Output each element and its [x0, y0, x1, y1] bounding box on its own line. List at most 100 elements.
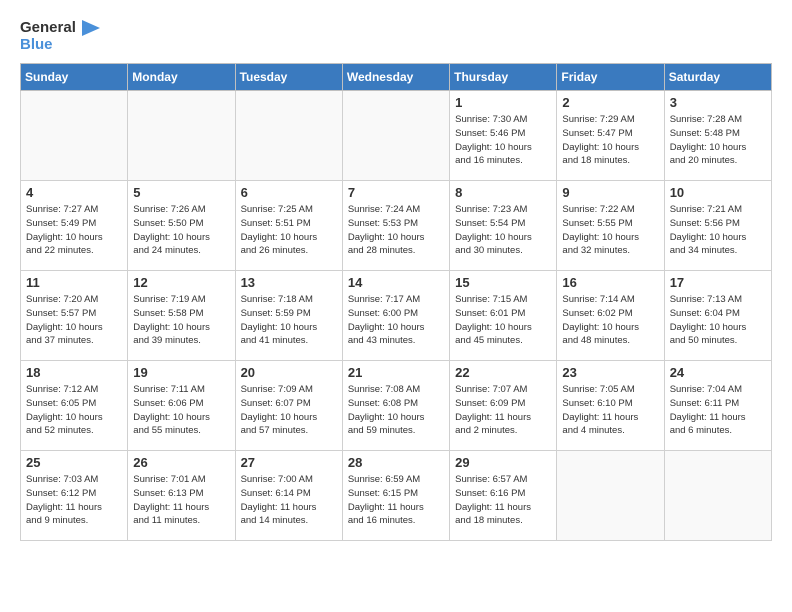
day-info: Sunrise: 7:30 AM Sunset: 5:46 PM Dayligh… — [455, 113, 551, 168]
calendar-cell — [557, 451, 664, 541]
calendar-cell — [21, 91, 128, 181]
calendar-cell: 24Sunrise: 7:04 AM Sunset: 6:11 PM Dayli… — [664, 361, 771, 451]
calendar-cell: 4 Sunrise: 7:27 AM Sunset: 5:49 PM Daylig… — [21, 181, 128, 271]
day-info: Sunrise: 7:00 AM Sunset: 6:14 PM Dayligh… — [241, 473, 337, 528]
calendar-cell: 11Sunrise: 7:20 AM Sunset: 5:57 PM Dayli… — [21, 271, 128, 361]
day-number: 17 — [670, 275, 766, 290]
day-number: 27 — [241, 455, 337, 470]
day-info: Sunrise: 7:22 AM Sunset: 5:55 PM Dayligh… — [562, 203, 658, 258]
day-info: Sunrise: 6:59 AM Sunset: 6:15 PM Dayligh… — [348, 473, 444, 528]
calendar-week-4: 18Sunrise: 7:12 AM Sunset: 6:05 PM Dayli… — [21, 361, 772, 451]
day-number: 26 — [133, 455, 229, 470]
col-header-sunday: Sunday — [21, 64, 128, 91]
day-number: 4 — [26, 185, 122, 200]
day-info: Sunrise: 7:20 AM Sunset: 5:57 PM Dayligh… — [26, 293, 122, 348]
calendar-cell: 3 Sunrise: 7:28 AM Sunset: 5:48 PM Daylig… — [664, 91, 771, 181]
day-info: Sunrise: 7:08 AM Sunset: 6:08 PM Dayligh… — [348, 383, 444, 438]
logo-text: General Blue — [20, 20, 100, 53]
day-number: 18 — [26, 365, 122, 380]
calendar-week-1: 1 Sunrise: 7:30 AM Sunset: 5:46 PM Daylig… — [21, 91, 772, 181]
col-header-wednesday: Wednesday — [342, 64, 449, 91]
calendar-cell: 22 Sunrise: 7:07 AM Sunset: 6:09 PM Dayli… — [450, 361, 557, 451]
day-info: Sunrise: 7:17 AM Sunset: 6:00 PM Dayligh… — [348, 293, 444, 348]
day-number: 21 — [348, 365, 444, 380]
calendar-cell: 16 Sunrise: 7:14 AM Sunset: 6:02 PM Dayli… — [557, 271, 664, 361]
day-info: Sunrise: 7:15 AM Sunset: 6:01 PM Dayligh… — [455, 293, 551, 348]
day-number: 3 — [670, 95, 766, 110]
day-number: 2 — [562, 95, 658, 110]
calendar-cell: 21 Sunrise: 7:08 AM Sunset: 6:08 PM Dayli… — [342, 361, 449, 451]
day-number: 29 — [455, 455, 551, 470]
day-info: Sunrise: 7:23 AM Sunset: 5:54 PM Dayligh… — [455, 203, 551, 258]
calendar-cell: 28Sunrise: 6:59 AM Sunset: 6:15 PM Dayli… — [342, 451, 449, 541]
day-number: 25 — [26, 455, 122, 470]
day-info: Sunrise: 7:29 AM Sunset: 5:47 PM Dayligh… — [562, 113, 658, 168]
day-info: Sunrise: 7:03 AM Sunset: 6:12 PM Dayligh… — [26, 473, 122, 528]
day-info: Sunrise: 7:25 AM Sunset: 5:51 PM Dayligh… — [241, 203, 337, 258]
day-info: Sunrise: 7:27 AM Sunset: 5:49 PM Dayligh… — [26, 203, 122, 258]
calendar-cell: 26 Sunrise: 7:01 AM Sunset: 6:13 PM Dayli… — [128, 451, 235, 541]
calendar-cell — [664, 451, 771, 541]
calendar-week-2: 4 Sunrise: 7:27 AM Sunset: 5:49 PM Daylig… — [21, 181, 772, 271]
calendar-cell: 7 Sunrise: 7:24 AM Sunset: 5:53 PM Daylig… — [342, 181, 449, 271]
calendar-cell — [128, 91, 235, 181]
col-header-thursday: Thursday — [450, 64, 557, 91]
day-info: Sunrise: 7:28 AM Sunset: 5:48 PM Dayligh… — [670, 113, 766, 168]
day-info: Sunrise: 7:11 AM Sunset: 6:06 PM Dayligh… — [133, 383, 229, 438]
col-header-tuesday: Tuesday — [235, 64, 342, 91]
calendar-cell: 12 Sunrise: 7:19 AM Sunset: 5:58 PM Dayli… — [128, 271, 235, 361]
day-number: 14 — [348, 275, 444, 290]
col-header-friday: Friday — [557, 64, 664, 91]
day-info: Sunrise: 7:01 AM Sunset: 6:13 PM Dayligh… — [133, 473, 229, 528]
calendar-cell: 1 Sunrise: 7:30 AM Sunset: 5:46 PM Daylig… — [450, 91, 557, 181]
col-header-monday: Monday — [128, 64, 235, 91]
day-number: 5 — [133, 185, 229, 200]
day-number: 8 — [455, 185, 551, 200]
day-number: 24 — [670, 365, 766, 380]
calendar-cell: 17 Sunrise: 7:13 AM Sunset: 6:04 PM Dayli… — [664, 271, 771, 361]
day-number: 9 — [562, 185, 658, 200]
day-info: Sunrise: 7:05 AM Sunset: 6:10 PM Dayligh… — [562, 383, 658, 438]
day-info: Sunrise: 7:14 AM Sunset: 6:02 PM Dayligh… — [562, 293, 658, 348]
day-number: 1 — [455, 95, 551, 110]
calendar-cell: 13Sunrise: 7:18 AM Sunset: 5:59 PM Dayli… — [235, 271, 342, 361]
logo-arrow-icon — [82, 20, 100, 36]
calendar-cell — [235, 91, 342, 181]
calendar-cell: 19Sunrise: 7:11 AM Sunset: 6:06 PM Dayli… — [128, 361, 235, 451]
day-info: Sunrise: 7:09 AM Sunset: 6:07 PM Dayligh… — [241, 383, 337, 438]
day-number: 10 — [670, 185, 766, 200]
day-info: Sunrise: 7:18 AM Sunset: 5:59 PM Dayligh… — [241, 293, 337, 348]
day-number: 16 — [562, 275, 658, 290]
calendar-cell: 9 Sunrise: 7:22 AM Sunset: 5:55 PM Daylig… — [557, 181, 664, 271]
day-number: 6 — [241, 185, 337, 200]
calendar-cell: 10 Sunrise: 7:21 AM Sunset: 5:56 PM Dayli… — [664, 181, 771, 271]
day-number: 7 — [348, 185, 444, 200]
calendar-cell: 25 Sunrise: 7:03 AM Sunset: 6:12 PM Dayli… — [21, 451, 128, 541]
calendar-header-row: SundayMondayTuesdayWednesdayThursdayFrid… — [21, 64, 772, 91]
calendar-cell: 8 Sunrise: 7:23 AM Sunset: 5:54 PM Daylig… — [450, 181, 557, 271]
col-header-saturday: Saturday — [664, 64, 771, 91]
calendar-cell: 27 Sunrise: 7:00 AM Sunset: 6:14 PM Dayli… — [235, 451, 342, 541]
calendar-cell — [342, 91, 449, 181]
logo: General Blue — [20, 20, 100, 53]
day-info: Sunrise: 6:57 AM Sunset: 6:16 PM Dayligh… — [455, 473, 551, 528]
calendar-cell: 14 Sunrise: 7:17 AM Sunset: 6:00 PM Dayli… — [342, 271, 449, 361]
calendar-cell: 20Sunrise: 7:09 AM Sunset: 6:07 PM Dayli… — [235, 361, 342, 451]
day-info: Sunrise: 7:13 AM Sunset: 6:04 PM Dayligh… — [670, 293, 766, 348]
calendar-cell: 23 Sunrise: 7:05 AM Sunset: 6:10 PM Dayli… — [557, 361, 664, 451]
day-number: 15 — [455, 275, 551, 290]
day-number: 22 — [455, 365, 551, 380]
calendar-cell: 5 Sunrise: 7:26 AM Sunset: 5:50 PM Daylig… — [128, 181, 235, 271]
day-info: Sunrise: 7:21 AM Sunset: 5:56 PM Dayligh… — [670, 203, 766, 258]
day-number: 12 — [133, 275, 229, 290]
calendar-week-5: 25 Sunrise: 7:03 AM Sunset: 6:12 PM Dayli… — [21, 451, 772, 541]
day-info: Sunrise: 7:24 AM Sunset: 5:53 PM Dayligh… — [348, 203, 444, 258]
calendar-cell: 2 Sunrise: 7:29 AM Sunset: 5:47 PM Daylig… — [557, 91, 664, 181]
day-info: Sunrise: 7:26 AM Sunset: 5:50 PM Dayligh… — [133, 203, 229, 258]
day-number: 23 — [562, 365, 658, 380]
calendar-cell: 15 Sunrise: 7:15 AM Sunset: 6:01 PM Dayli… — [450, 271, 557, 361]
calendar-cell: 18Sunrise: 7:12 AM Sunset: 6:05 PM Dayli… — [21, 361, 128, 451]
day-info: Sunrise: 7:07 AM Sunset: 6:09 PM Dayligh… — [455, 383, 551, 438]
calendar-table: SundayMondayTuesdayWednesdayThursdayFrid… — [20, 63, 772, 541]
day-info: Sunrise: 7:19 AM Sunset: 5:58 PM Dayligh… — [133, 293, 229, 348]
